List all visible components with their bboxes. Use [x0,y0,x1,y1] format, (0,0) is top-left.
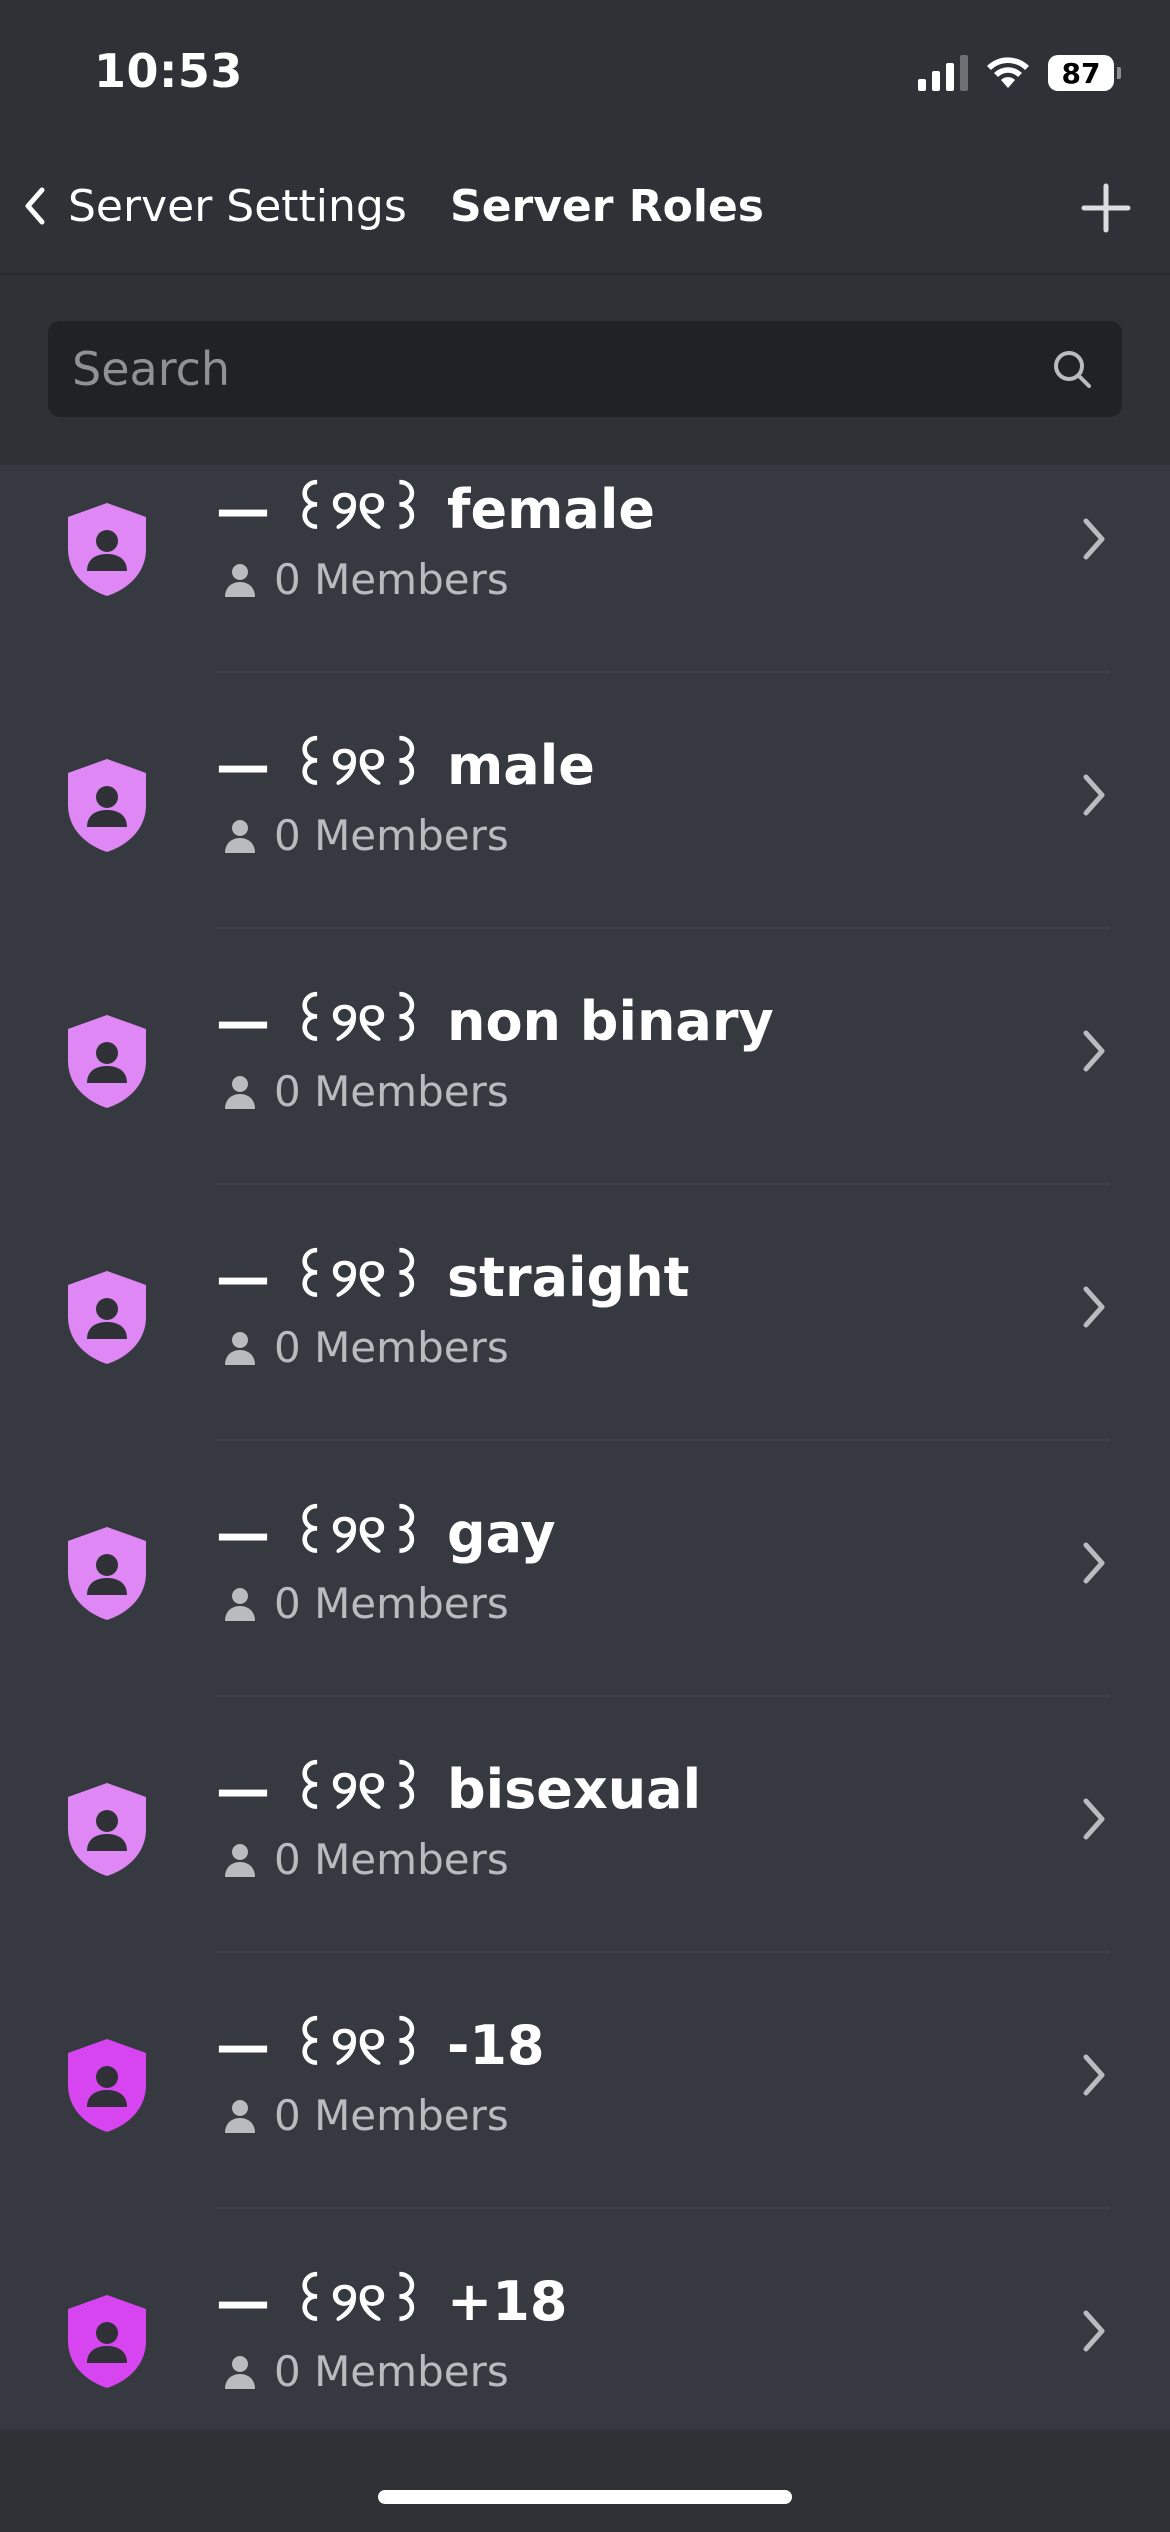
role-members: 0 Members [222,555,509,604]
row-divider [216,927,1110,929]
roles-list: — ꒰୨୧꒱ female 0 Members — ꒰୨୧꒱ male 0 Me… [0,465,1170,2430]
role-shield-icon [68,1783,146,1876]
chevron-right-icon [1083,2054,1105,2096]
role-row-1[interactable]: — ꒰୨୧꒱ female 0 Members [0,465,1170,721]
cellular-signal-icon [918,55,968,91]
role-members-count: 0 Members [274,1323,509,1372]
role-row-5[interactable]: — ꒰୨୧꒱ gay 0 Members [0,1489,1170,1745]
person-icon [225,1331,255,1365]
role-row-3[interactable]: — ꒰୨୧꒱ non binary 0 Members [0,977,1170,1233]
row-divider [216,2207,1110,2209]
role-members-count: 0 Members [274,1835,509,1884]
person-icon [225,2099,255,2133]
role-name: — ꒰୨୧꒱ female [216,478,655,541]
row-divider [216,1439,1110,1441]
status-bar: 10:53 87 [0,0,1170,150]
chevron-right-icon [1083,2310,1105,2352]
role-name: — ꒰୨୧꒱ -18 [216,2014,545,2077]
role-members: 0 Members [222,1323,509,1372]
wifi-icon [987,57,1029,88]
row-divider [216,1695,1110,1697]
add-role-button[interactable] [1078,180,1134,236]
back-button[interactable]: Server Settings [20,176,407,236]
role-members-count: 0 Members [274,2347,509,2396]
row-divider [216,1183,1110,1185]
chevron-right-icon [1083,1030,1105,1072]
search-box [48,321,1122,417]
role-row-4[interactable]: — ꒰୨୧꒱ straight 0 Members [0,1233,1170,1489]
battery-icon: 87 [1048,55,1121,91]
role-members-count: 0 Members [274,811,509,860]
chevron-right-icon [1083,1542,1105,1584]
role-shield-icon [68,1527,146,1620]
role-name: — ꒰୨୧꒱ gay [216,1502,556,1565]
role-row-8[interactable]: — ꒰୨୧꒱ +18 0 Members [0,2257,1170,2430]
person-icon [225,1075,255,1109]
role-row-2[interactable]: — ꒰୨୧꒱ male 0 Members [0,721,1170,977]
role-shield-icon [68,759,146,852]
role-members: 0 Members [222,1067,509,1116]
role-name: — ꒰୨୧꒱ +18 [216,2270,568,2333]
page-title: Server Roles [450,180,764,232]
row-divider [216,1951,1110,1953]
chevron-right-icon [1083,1798,1105,1840]
role-members: 0 Members [222,2347,509,2396]
search-icon[interactable] [1050,347,1094,391]
role-shield-icon [68,503,146,596]
role-members-count: 0 Members [274,2091,509,2140]
search-input[interactable] [48,341,1050,397]
role-name: — ꒰୨୧꒱ male [216,734,595,797]
role-name: — ꒰୨୧꒱ non binary [216,990,774,1053]
role-name: — ꒰୨୧꒱ bisexual [216,1758,702,1821]
nav-bar: Server Settings Server Roles [0,150,1170,275]
role-row-7[interactable]: — ꒰୨୧꒱ -18 0 Members [0,2001,1170,2257]
role-members-count: 0 Members [274,1067,509,1116]
role-members: 0 Members [222,1835,509,1884]
chevron-right-icon [1083,518,1105,560]
role-members: 0 Members [222,811,509,860]
role-shield-icon [68,2295,146,2388]
role-shield-icon [68,1015,146,1108]
role-shield-icon [68,2039,146,2132]
chevron-left-icon [25,187,45,225]
back-label: Server Settings [68,180,407,232]
person-icon [225,819,255,853]
role-members-count: 0 Members [274,555,509,604]
role-members: 0 Members [222,1579,509,1628]
role-members: 0 Members [222,2091,509,2140]
search-section [0,275,1170,465]
role-shield-icon [68,1271,146,1364]
person-icon [225,1843,255,1877]
status-time: 10:53 [94,44,243,98]
home-indicator [378,2490,792,2504]
person-icon [225,2355,255,2389]
chevron-right-icon [1083,774,1105,816]
role-name: — ꒰୨୧꒱ straight [216,1246,690,1309]
row-divider [216,671,1110,673]
person-icon [225,1587,255,1621]
person-icon [225,563,255,597]
chevron-right-icon [1083,1286,1105,1328]
status-icons: 87 [918,52,1121,94]
role-members-count: 0 Members [274,1579,509,1628]
role-row-6[interactable]: — ꒰୨୧꒱ bisexual 0 Members [0,1745,1170,2001]
